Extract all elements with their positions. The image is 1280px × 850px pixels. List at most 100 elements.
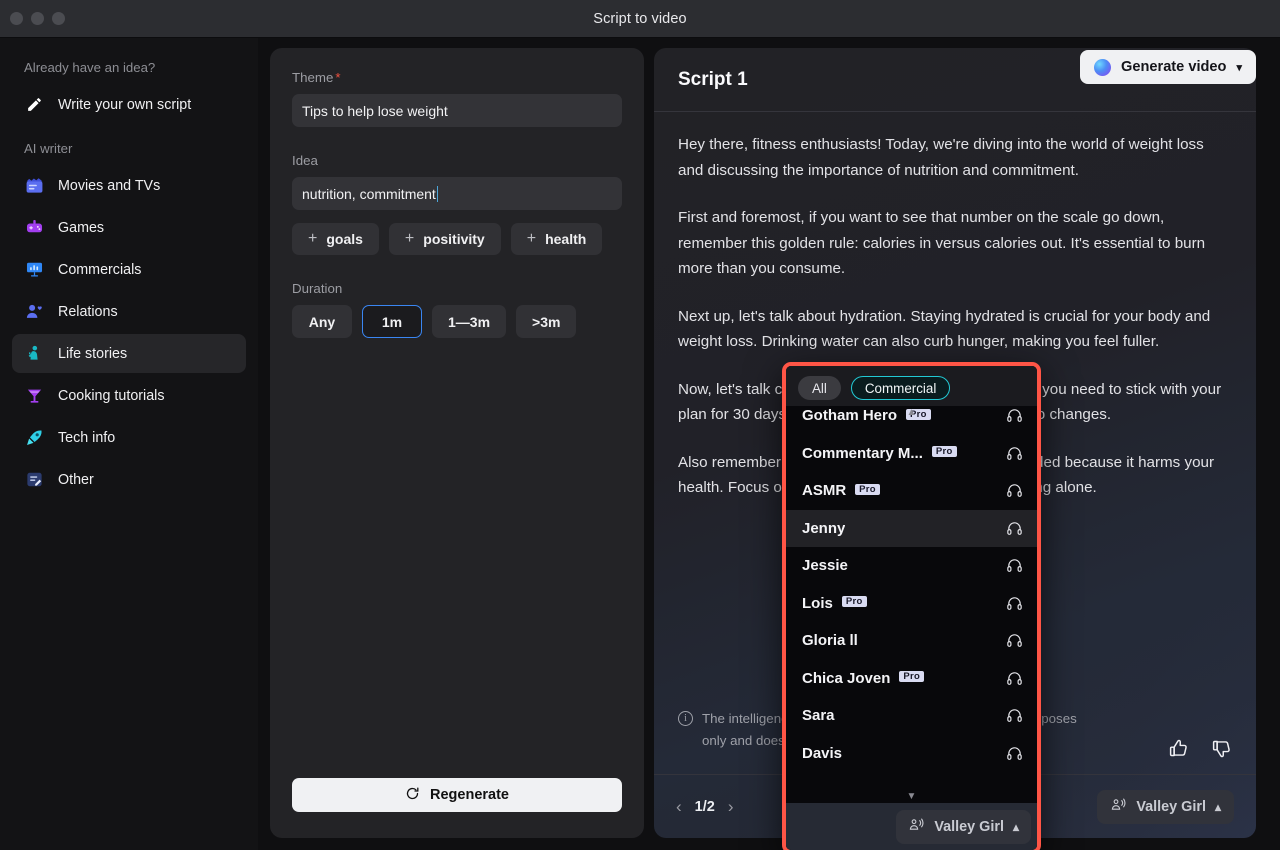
headphones-icon[interactable] <box>1006 632 1023 649</box>
chevron-up-icon: ▴ <box>1215 800 1221 814</box>
script-paragraph: First and foremost, if you want to see t… <box>678 205 1232 282</box>
voice-selector-button-active[interactable]: Valley Girl ▴ <box>896 810 1031 844</box>
minimize-button[interactable] <box>31 12 44 25</box>
caret-down-icon: ▼ <box>786 790 1037 803</box>
headphones-icon[interactable] <box>1006 445 1023 462</box>
sidebar-item-label: Relations <box>58 304 118 320</box>
voice-name: Valley Girl <box>1136 799 1206 815</box>
list-item[interactable]: Jenny <box>786 510 1037 548</box>
list-item[interactable]: Gloria ll <box>786 622 1037 660</box>
sidebar-item-tech-info[interactable]: Tech info <box>12 418 246 457</box>
voice-filter-all[interactable]: All <box>798 376 841 400</box>
voice-selector-button[interactable]: Valley Girl ▴ <box>1097 790 1234 824</box>
maximize-button[interactable] <box>52 12 65 25</box>
script-paragraph: Hey there, fitness enthusiasts! Today, w… <box>678 132 1232 183</box>
page-indicator: 1/2 <box>695 799 715 815</box>
list-item[interactable]: Jessie <box>786 547 1037 585</box>
headphones-icon[interactable] <box>1006 407 1023 424</box>
suggestion-label: goals <box>326 231 363 247</box>
idea-input[interactable]: nutrition, commitment <box>292 177 622 210</box>
duration-option-over-3m[interactable]: >3m <box>516 305 576 338</box>
sidebar-item-life-stories[interactable]: Life stories <box>12 334 246 373</box>
selected-voice-name: Valley Girl <box>934 819 1004 835</box>
feedback-controls <box>1168 738 1232 764</box>
idea-suggestions: + goals + positivity + health <box>292 223 622 255</box>
sparkle-orb-icon <box>1094 59 1111 76</box>
sidebar-item-commercials[interactable]: Commercials <box>12 250 246 289</box>
duration-options: Any 1m 1—3m >3m <box>292 305 622 338</box>
sidebar-item-relations[interactable]: Relations <box>12 292 246 331</box>
idea-label: Idea <box>292 153 622 168</box>
note-pencil-icon <box>24 470 44 490</box>
voice-name: Jenny <box>802 520 845 537</box>
sidebar-item-games[interactable]: Games <box>12 208 246 247</box>
duration-option-1m[interactable]: 1m <box>362 305 422 338</box>
suggestion-label: health <box>545 231 586 247</box>
sidebar-item-cooking-tutorials[interactable]: Cooking tutorials <box>12 376 246 415</box>
thumbs-up-icon[interactable] <box>1168 738 1189 764</box>
headphones-icon[interactable] <box>1006 482 1023 499</box>
sidebar-item-other[interactable]: Other <box>12 460 246 499</box>
list-item[interactable]: Davis <box>786 735 1037 773</box>
sidebar-item-label: Life stories <box>58 346 127 362</box>
sidebar-item-write-own-script[interactable]: Write your own script <box>12 85 246 124</box>
app-window: Script to video Already have an idea? Wr… <box>0 0 1280 850</box>
text-caret <box>437 186 439 202</box>
duration-option-any[interactable]: Any <box>292 305 352 338</box>
generate-video-button[interactable]: Generate video ▾ <box>1080 50 1256 84</box>
duration-label: Duration <box>292 281 622 296</box>
list-item[interactable]: Sara <box>786 697 1037 735</box>
headphones-icon[interactable] <box>1006 595 1023 612</box>
list-item[interactable]: Chica Joven Pro <box>786 660 1037 698</box>
chevron-down-icon: ▾ <box>1236 61 1242 74</box>
sidebar-item-label: Tech info <box>58 430 115 446</box>
voice-icon <box>908 816 925 837</box>
chevron-right-icon[interactable]: › <box>728 797 734 817</box>
required-asterisk: * <box>335 70 340 85</box>
people-heart-icon <box>24 302 44 322</box>
sidebar-item-label: Games <box>58 220 104 236</box>
sidebar: Already have an idea? Write your own scr… <box>0 38 258 850</box>
voice-dropdown-inner: All Commercial ▲ Gotham Hero Pro Comment… <box>786 366 1037 850</box>
chevron-up-icon: ▴ <box>1013 820 1019 834</box>
sidebar-item-label: Cooking tutorials <box>58 388 165 404</box>
headphones-icon[interactable] <box>1006 707 1023 724</box>
list-item[interactable]: Commentary M... Pro <box>786 435 1037 473</box>
thumbs-down-icon[interactable] <box>1211 738 1232 764</box>
voice-filter-chips: All Commercial <box>786 366 1037 406</box>
close-button[interactable] <box>10 12 23 25</box>
list-item[interactable]: Gotham Hero Pro <box>786 406 1037 435</box>
headphones-icon[interactable] <box>1006 520 1023 537</box>
headphones-icon[interactable] <box>1006 557 1023 574</box>
plus-icon: + <box>527 230 536 248</box>
idea-input-value: nutrition, commitment <box>302 186 436 202</box>
voice-filter-commercial[interactable]: Commercial <box>851 376 950 400</box>
theme-input-value: Tips to help lose weight <box>302 103 448 119</box>
regenerate-button[interactable]: Regenerate <box>292 778 622 812</box>
voice-name: Commentary M... <box>802 445 923 462</box>
pencil-icon <box>24 95 44 115</box>
window-titlebar: Script to video <box>0 0 1280 38</box>
suggestion-label: positivity <box>423 231 484 247</box>
voice-icon <box>1110 796 1127 817</box>
info-icon: i <box>678 711 693 726</box>
suggestion-chip-goals[interactable]: + goals <box>292 223 379 255</box>
app-body: Already have an idea? Write your own scr… <box>0 38 1280 850</box>
duration-option-1-3m[interactable]: 1—3m <box>432 305 506 338</box>
headphones-icon[interactable] <box>1006 745 1023 762</box>
sidebar-item-movies-and-tvs[interactable]: Movies and TVs <box>12 166 246 205</box>
voice-name: Gloria ll <box>802 632 858 649</box>
generate-video-label: Generate video <box>1121 59 1226 75</box>
window-controls[interactable] <box>10 12 65 25</box>
theme-input[interactable]: Tips to help lose weight <box>292 94 622 127</box>
script-settings-panel: Theme* Tips to help lose weight Idea nut… <box>270 48 644 838</box>
pro-badge: Pro <box>899 671 924 682</box>
list-item[interactable]: ASMR Pro <box>786 472 1037 510</box>
pro-badge: Pro <box>855 484 880 495</box>
chevron-left-icon[interactable]: ‹ <box>676 797 682 817</box>
suggestion-chip-health[interactable]: + health <box>511 223 603 255</box>
voice-list[interactable]: ▲ Gotham Hero Pro Commentary M... Pro <box>786 406 1037 803</box>
list-item[interactable]: Lois Pro <box>786 585 1037 623</box>
headphones-icon[interactable] <box>1006 670 1023 687</box>
suggestion-chip-positivity[interactable]: + positivity <box>389 223 501 255</box>
